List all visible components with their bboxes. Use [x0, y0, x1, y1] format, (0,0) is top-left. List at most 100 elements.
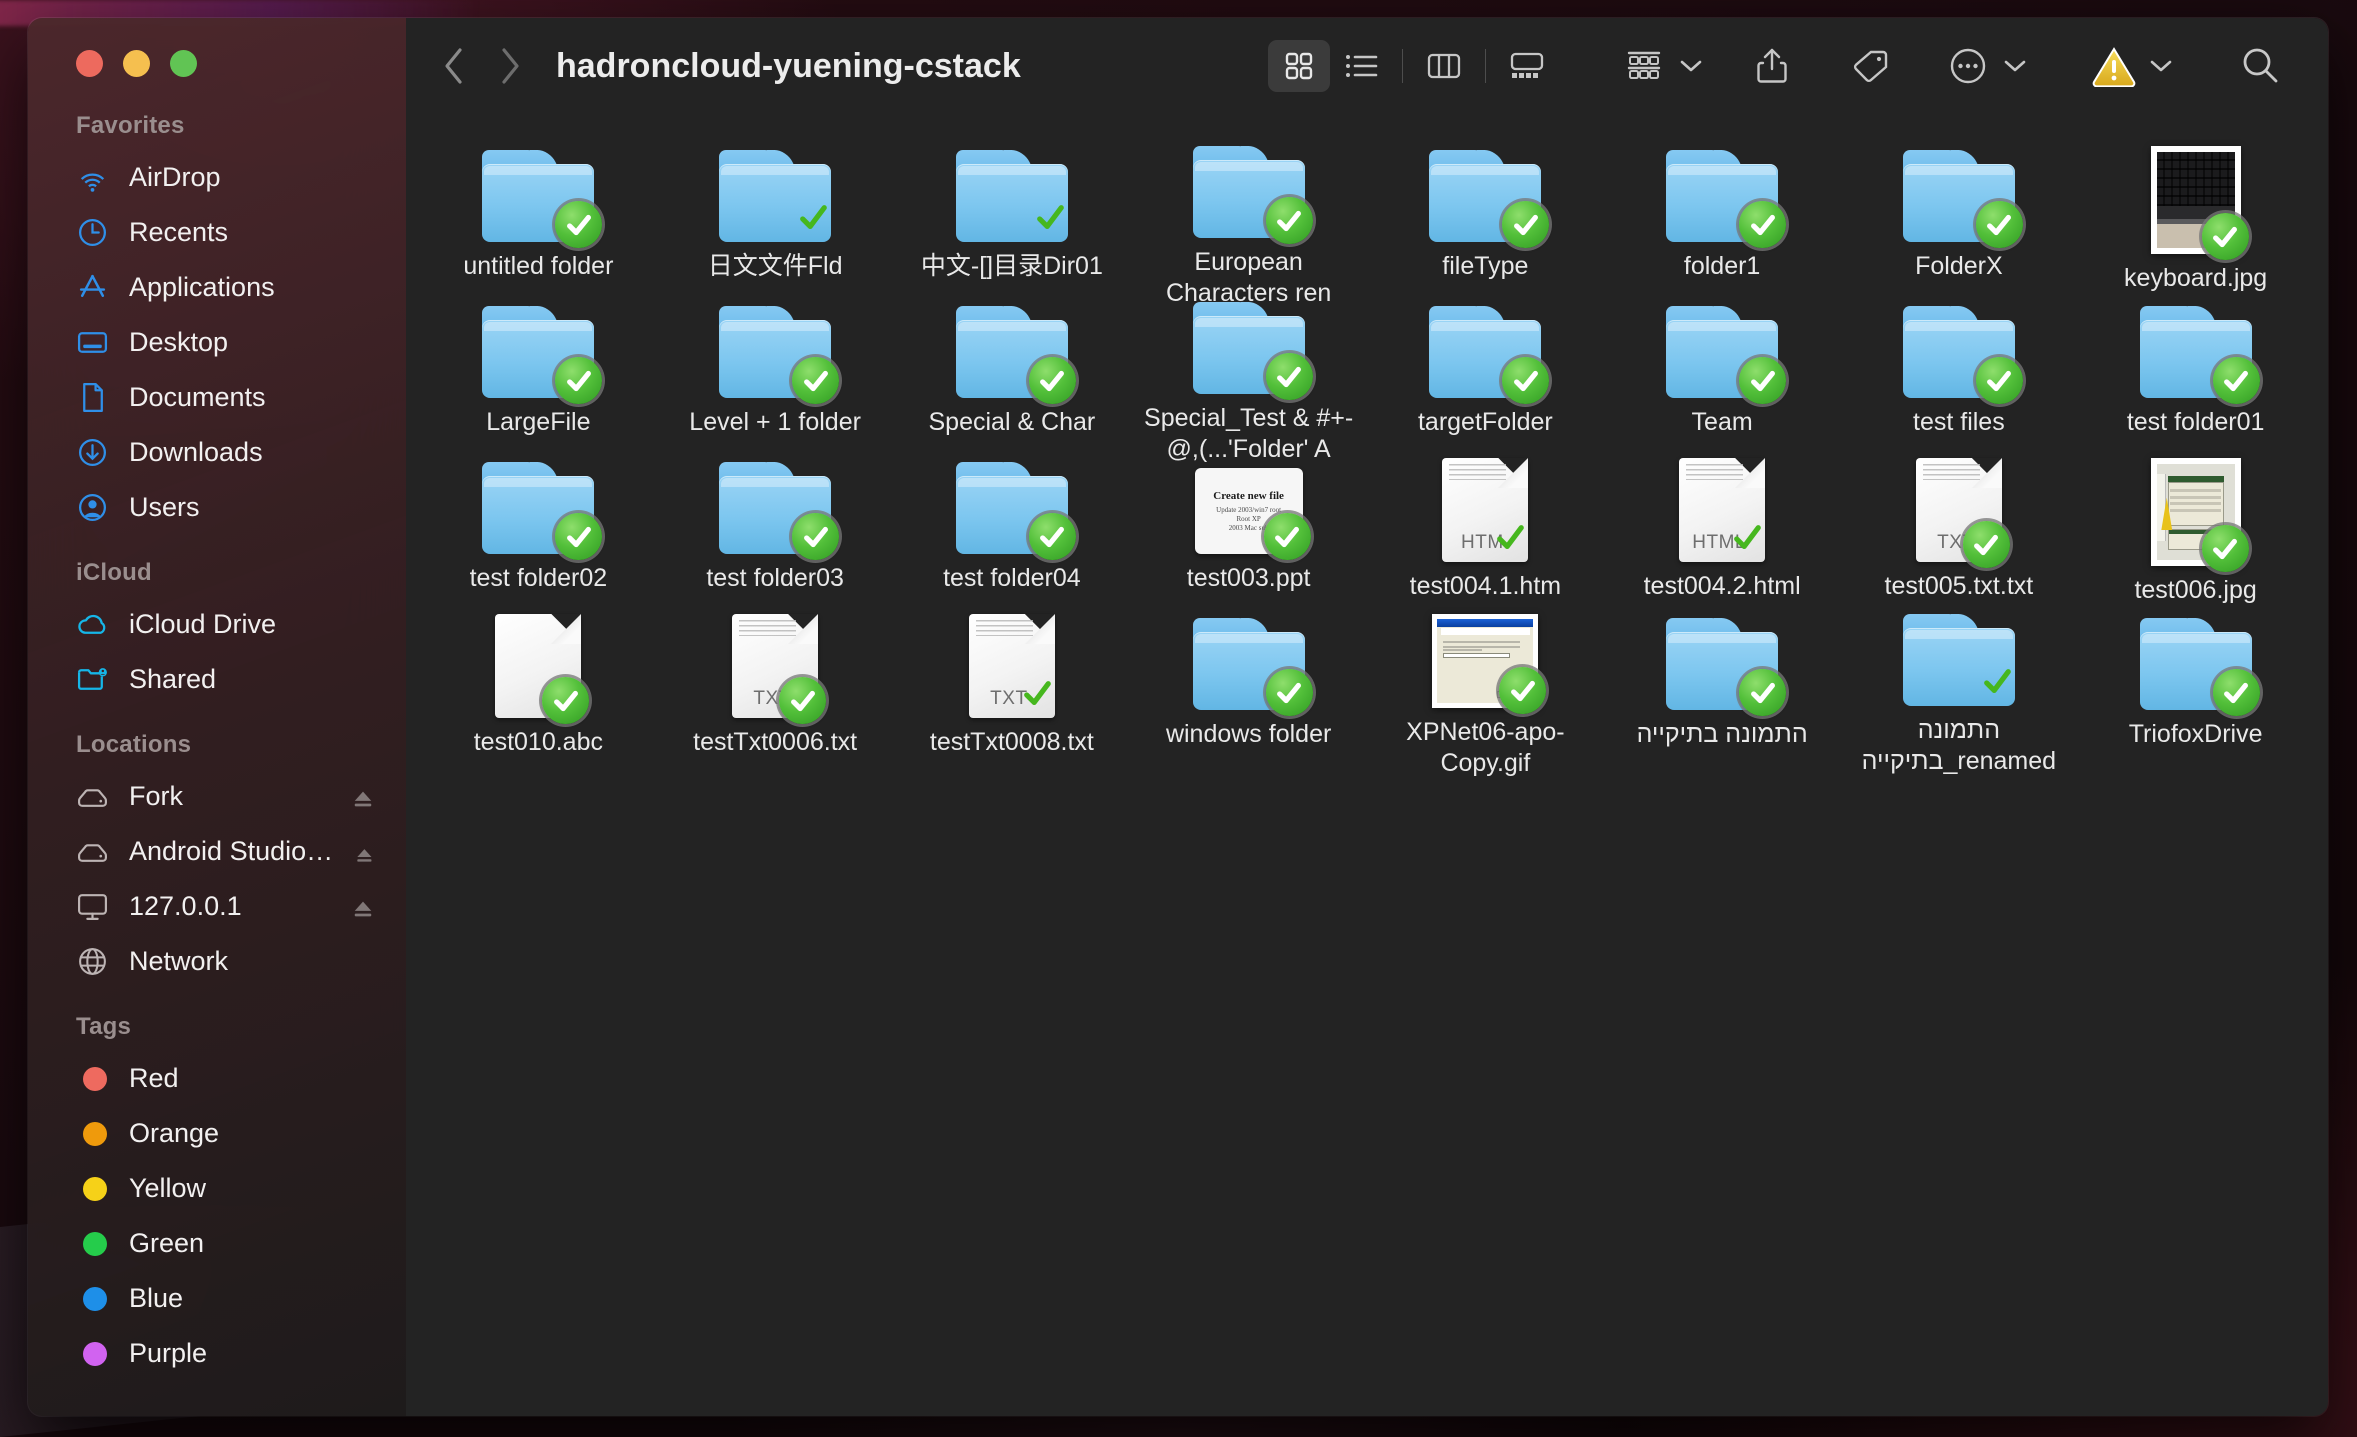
sync-check-badge: [1975, 357, 2023, 404]
sidebar-item-label: Green: [129, 1228, 205, 1258]
file-item[interactable]: TXT testTxt0006.txt: [657, 600, 894, 756]
file-item[interactable]: test folder04: [894, 444, 1131, 594]
sidebar-section-title: Locations: [76, 731, 192, 758]
file-item[interactable]: Team: [1604, 288, 1841, 438]
file-item[interactable]: FolderX: [1841, 132, 2078, 282]
warning-icon[interactable]: [2082, 37, 2146, 95]
file-item[interactable]: test folder03: [657, 444, 894, 594]
slide-title: Create new file: [1213, 489, 1284, 502]
file-item[interactable]: Special_Test & #+-@,(...'Folder' A: [1130, 288, 1367, 463]
eject-icon[interactable]: [352, 896, 374, 918]
folder-icon: [1429, 150, 1550, 248]
tag-color-swatch: [83, 1231, 107, 1256]
sidebar-item-icloud-drive[interactable]: iCloud Drive: [28, 597, 406, 652]
file-item[interactable]: Create new file Update 2003/win7 root Root…: [1130, 444, 1367, 594]
back-button[interactable]: [426, 38, 482, 94]
file-item[interactable]: test files: [1841, 288, 2078, 438]
folder-icon: [482, 306, 603, 404]
icon-view-button[interactable]: [1268, 40, 1330, 92]
sidebar-item-airdrop[interactable]: AirDrop: [28, 150, 406, 205]
more-button[interactable]: [1936, 37, 2000, 95]
tag-color-swatch: [83, 1121, 107, 1146]
sidebar-item-android-studio-b[interactable]: Android Studio - B...: [28, 824, 406, 879]
tag-icon[interactable]: [1838, 37, 1902, 95]
file-preview-lines: [975, 620, 1033, 636]
sidebar-item-applications[interactable]: Applications: [28, 260, 406, 315]
file-item[interactable]: TXT test005.txt.txt: [1841, 444, 2078, 600]
file-item[interactable]: test folder02: [420, 444, 657, 594]
file-item[interactable]: התמונה בתיקייה: [1604, 600, 1841, 750]
sidebar-item-green[interactable]: Green: [28, 1216, 406, 1271]
toolbar-divider-2: [1485, 49, 1486, 83]
file-name-label: test folder02: [469, 564, 608, 592]
sidebar-item-shared[interactable]: Shared: [28, 652, 406, 707]
file-item[interactable]: TriofoxDrive: [2077, 600, 2314, 750]
sidebar-item-downloads[interactable]: Downloads: [28, 425, 406, 480]
file-item[interactable]: folder1: [1604, 132, 1841, 282]
sidebar-item-orange[interactable]: Orange: [28, 1106, 406, 1161]
sidebar-item-purple[interactable]: Purple: [28, 1326, 406, 1381]
zoom-button[interactable]: [170, 50, 197, 77]
tag-dot: [76, 1117, 109, 1150]
chevron-down-icon-warning[interactable]: [2146, 37, 2176, 95]
file-item[interactable]: 中文-[]目录Dir01: [894, 132, 1131, 282]
file-item[interactable]: test folder01: [2077, 288, 2314, 438]
share-button[interactable]: [1740, 37, 1804, 95]
file-item[interactable]: Level + 1 folder: [657, 288, 894, 438]
sidebar-item-yellow[interactable]: Yellow: [28, 1161, 406, 1216]
eject-icon[interactable]: [352, 786, 374, 808]
gallery-view-button[interactable]: [1496, 40, 1558, 92]
warning-control[interactable]: [2082, 37, 2176, 95]
file-item[interactable]: TXT testTxt0008.txt: [894, 600, 1131, 756]
search-icon[interactable]: [2228, 37, 2292, 95]
sidebar-item-documents[interactable]: Documents: [28, 370, 406, 425]
file-item[interactable]: HTML test004.2.html: [1604, 444, 1841, 600]
sidebar-section-title: Favorites: [76, 112, 185, 139]
chevron-down-icon-more[interactable]: [2000, 37, 2030, 95]
chevron-down-icon[interactable]: [1676, 37, 1706, 95]
list-view-button[interactable]: [1330, 40, 1392, 92]
tag-dot: [76, 1282, 109, 1315]
sidebar-item-users[interactable]: Users: [28, 480, 406, 535]
file-item[interactable]: 日文文件Fld: [657, 132, 894, 282]
sidebar-item-red[interactable]: Red: [28, 1051, 406, 1106]
sidebar-item-blue[interactable]: Blue: [28, 1271, 406, 1326]
sidebar-item-fork[interactable]: Fork: [28, 769, 406, 824]
file-item[interactable]: LargeFile: [420, 288, 657, 438]
file-item[interactable]: test006.jpg: [2077, 444, 2314, 604]
file-item[interactable]: Special & Char: [894, 288, 1131, 438]
group-by-button[interactable]: [1612, 37, 1676, 95]
forward-button[interactable]: [482, 38, 538, 94]
file-item[interactable]: HTM test004.1.htm: [1367, 444, 1604, 600]
file-item[interactable]: untitled folder: [420, 132, 657, 282]
file-item[interactable]: keyboard.jpg: [2077, 132, 2314, 292]
close-button[interactable]: [76, 50, 103, 77]
sync-check-badge: [2212, 669, 2260, 716]
folder-icon: [1192, 618, 1313, 716]
file-item[interactable]: XPNet06-apo-Copy.gif: [1367, 600, 1604, 777]
sidebar-item-127-0-0-1[interactable]: 127.0.0.1: [28, 879, 406, 934]
sidebar-item-recents[interactable]: Recents: [28, 205, 406, 260]
file-item[interactable]: windows folder: [1130, 600, 1367, 750]
file-item[interactable]: התמונה בתיקייה_renamed: [1841, 600, 2078, 775]
document-file-icon: TXT: [968, 614, 1055, 718]
file-name-label: 日文文件Fld: [707, 252, 843, 280]
file-item[interactable]: test010.abc: [420, 600, 657, 756]
column-view-button[interactable]: [1413, 40, 1475, 92]
file-item[interactable]: fileType: [1367, 132, 1604, 282]
file-name-label: XPNet06-apo-Copy.gif: [1406, 718, 1565, 777]
folder-icon: [482, 462, 603, 560]
sync-check-badge: [1975, 660, 2019, 704]
file-item[interactable]: targetFolder: [1367, 288, 1604, 438]
minimize-button[interactable]: [123, 50, 150, 77]
sidebar-item-network[interactable]: Network: [28, 934, 406, 989]
eject-icon[interactable]: [355, 841, 374, 863]
more-actions-control[interactable]: [1936, 37, 2030, 95]
sync-check-badge: [2201, 213, 2249, 260]
file-item[interactable]: European Characters ren: [1130, 132, 1367, 307]
file-name-label: test folder01: [2126, 408, 2265, 436]
file-name-label: התמונה בתיקייה_renamed: [1861, 716, 2057, 775]
sidebar-item-desktop[interactable]: Desktop: [28, 315, 406, 370]
group-by-control[interactable]: [1612, 37, 1706, 95]
sidebar-item-label: Shared: [129, 664, 217, 694]
